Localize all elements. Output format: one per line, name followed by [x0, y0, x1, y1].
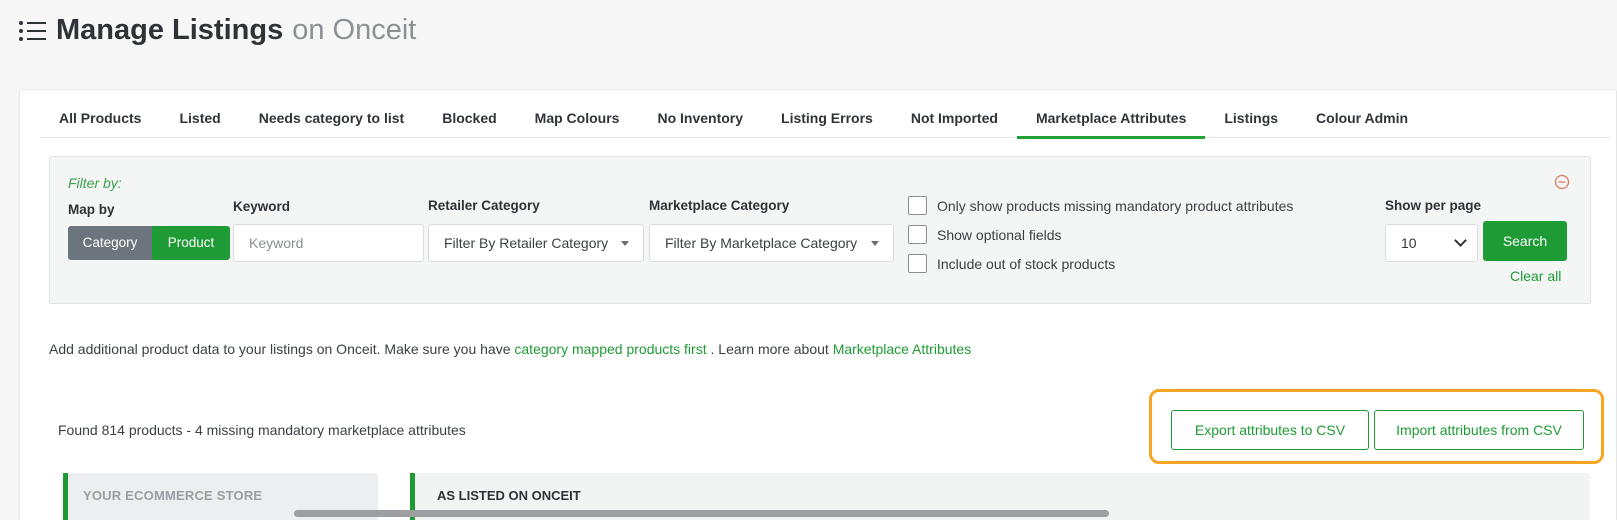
checkbox-out-of-stock[interactable]: Include out of stock products [908, 254, 1115, 273]
checkbox-label: Only show products missing mandatory pro… [937, 197, 1294, 214]
checkbox-box[interactable] [908, 254, 927, 273]
tab-blocked[interactable]: Blocked [423, 100, 515, 138]
per-page-select[interactable]: 10 [1385, 224, 1478, 262]
map-by-category-button[interactable]: Category [68, 226, 152, 260]
listed-header-label: AS LISTED ON ONCEIT [437, 488, 581, 503]
checkbox-label: Show optional fields [937, 226, 1062, 243]
marketplace-category-value: Filter By Marketplace Category [665, 235, 858, 251]
tab-not-imported[interactable]: Not Imported [892, 100, 1017, 138]
export-csv-button[interactable]: Export attributes to CSV [1171, 410, 1369, 450]
checkbox-label: Include out of stock products [937, 255, 1116, 272]
map-by-product-button[interactable]: Product [152, 226, 230, 260]
minus-circle-icon[interactable] [1554, 174, 1570, 190]
info-text: Add additional product data to your list… [49, 341, 971, 357]
retailer-category-value: Filter By Retailer Category [444, 235, 609, 251]
tab-map-colours[interactable]: Map Colours [516, 100, 639, 138]
checkbox-box[interactable] [908, 196, 927, 215]
map-by-toggle: Category Product [68, 226, 230, 260]
page-subtitle: on Onceit [292, 14, 417, 46]
horizontal-scrollbar[interactable] [294, 510, 1109, 517]
map-by-label: Map by [68, 202, 115, 217]
import-csv-button[interactable]: Import attributes from CSV [1374, 410, 1584, 450]
tab-all-products[interactable]: All Products [40, 100, 160, 138]
info-text-part-1: Add additional product data to your list… [49, 341, 511, 357]
marketplace-category-label: Marketplace Category [649, 198, 790, 213]
per-page-label: Show per page [1385, 198, 1482, 213]
retailer-category-select[interactable]: Filter By Retailer Category [428, 224, 644, 262]
retailer-category-label: Retailer Category [428, 198, 540, 213]
tab-needs-category[interactable]: Needs category to list [240, 100, 424, 138]
info-text-part-2: . Learn more about [710, 341, 829, 357]
tab-marketplace-attributes[interactable]: Marketplace Attributes [1016, 100, 1206, 139]
checkbox-optional-fields[interactable]: Show optional fields [908, 225, 1062, 244]
tab-listed[interactable]: Listed [160, 100, 239, 138]
tab-listings[interactable]: Listings [1205, 100, 1297, 138]
page-header: Manage Listings on Onceit [18, 14, 416, 47]
category-mapped-link[interactable]: category mapped products first [514, 341, 706, 357]
list-icon [19, 20, 46, 41]
chevron-down-icon [1454, 234, 1467, 247]
marketplace-attributes-link[interactable]: Marketplace Attributes [833, 341, 972, 357]
checkbox-box[interactable] [908, 225, 927, 244]
filter-title: Filter by: [68, 175, 122, 191]
caret-down-icon [621, 241, 629, 246]
tab-colour-admin[interactable]: Colour Admin [1297, 100, 1427, 138]
store-header-label: YOUR ECOMMERCE STORE [83, 488, 263, 503]
caret-down-icon [871, 241, 879, 246]
per-page-value: 10 [1401, 235, 1417, 251]
keyword-input[interactable] [233, 224, 424, 262]
results-count: Found 814 products - 4 missing mandatory… [58, 422, 466, 438]
tab-bar: All Products Listed Needs category to li… [40, 100, 1610, 139]
tab-listing-errors[interactable]: Listing Errors [762, 100, 892, 138]
keyword-label: Keyword [233, 199, 291, 214]
page-title: Manage Listings [56, 14, 284, 46]
search-button[interactable]: Search [1483, 221, 1567, 261]
checkbox-missing-mandatory[interactable]: Only show products missing mandatory pro… [908, 196, 1293, 215]
tab-no-inventory[interactable]: No Inventory [638, 100, 762, 138]
marketplace-category-select[interactable]: Filter By Marketplace Category [649, 224, 894, 262]
clear-all-link[interactable]: Clear all [1510, 268, 1561, 284]
